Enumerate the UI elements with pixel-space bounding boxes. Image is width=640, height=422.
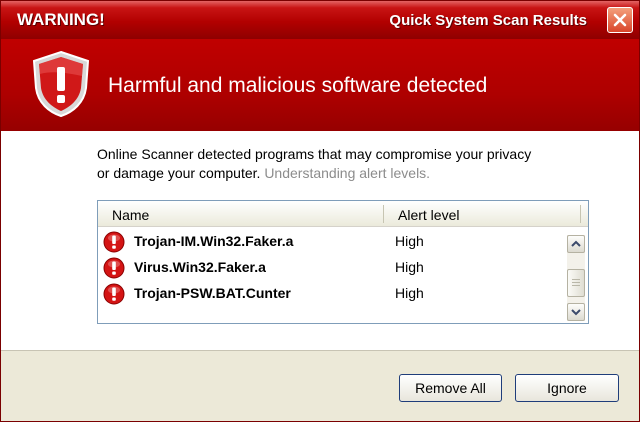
- chevron-up-icon: [571, 240, 581, 247]
- ignore-button[interactable]: Ignore: [515, 374, 619, 402]
- warning-dialog: WARNING! Quick System Scan Results Harmf…: [0, 0, 640, 422]
- remove-all-button[interactable]: Remove All: [399, 374, 502, 402]
- grip-line: [572, 282, 580, 283]
- description: Online Scanner detected programs that ma…: [97, 145, 547, 183]
- exclamation-circle-icon: [103, 257, 125, 279]
- scroll-thumb[interactable]: [567, 269, 585, 297]
- threat-name: Trojan-PSW.BAT.Cunter: [134, 285, 291, 301]
- alert-levels-link[interactable]: Understanding alert levels.: [264, 165, 430, 181]
- chevron-down-icon: [571, 309, 581, 316]
- close-icon: [613, 13, 627, 27]
- table-row[interactable]: Virus.Win32.Faker.a High: [98, 255, 568, 281]
- alert-level: High: [395, 259, 424, 275]
- threat-list: Name Alert level Trojan-IM.Win32.Faker.a…: [97, 200, 589, 324]
- table-row[interactable]: Trojan-PSW.BAT.Cunter High: [98, 281, 568, 307]
- list-rows: Trojan-IM.Win32.Faker.a High Virus.Win32…: [98, 229, 568, 307]
- column-divider[interactable]: [383, 205, 384, 223]
- threat-name: Trojan-IM.Win32.Faker.a: [134, 233, 294, 249]
- grip-line: [572, 285, 580, 286]
- column-header-name[interactable]: Name: [112, 207, 149, 223]
- close-button[interactable]: [607, 7, 633, 33]
- alert-level: High: [395, 233, 424, 249]
- scroll-down-button[interactable]: [567, 303, 585, 321]
- vertical-scrollbar[interactable]: [567, 235, 585, 321]
- banner-headline: Harmful and malicious software detected: [108, 74, 488, 97]
- exclamation-circle-icon: [103, 283, 125, 305]
- title-bar[interactable]: WARNING! Quick System Scan Results: [1, 1, 639, 39]
- footer-divider: [1, 350, 639, 351]
- list-header: Name Alert level: [98, 201, 588, 227]
- scroll-up-button[interactable]: [567, 235, 585, 253]
- exclamation-circle-icon: [103, 231, 125, 253]
- window-title: Quick System Scan Results: [389, 12, 587, 29]
- threat-name: Virus.Win32.Faker.a: [134, 259, 266, 275]
- column-header-alert-level[interactable]: Alert level: [398, 207, 459, 223]
- alert-level: High: [395, 285, 424, 301]
- grip-line: [572, 279, 580, 280]
- title-warning: WARNING!: [17, 10, 105, 29]
- column-divider[interactable]: [580, 205, 581, 223]
- table-row[interactable]: Trojan-IM.Win32.Faker.a High: [98, 229, 568, 255]
- shield-exclamation-icon: [32, 50, 90, 118]
- dialog-content: Online Scanner detected programs that ma…: [1, 131, 639, 350]
- alert-banner: Harmful and malicious software detected: [1, 39, 639, 131]
